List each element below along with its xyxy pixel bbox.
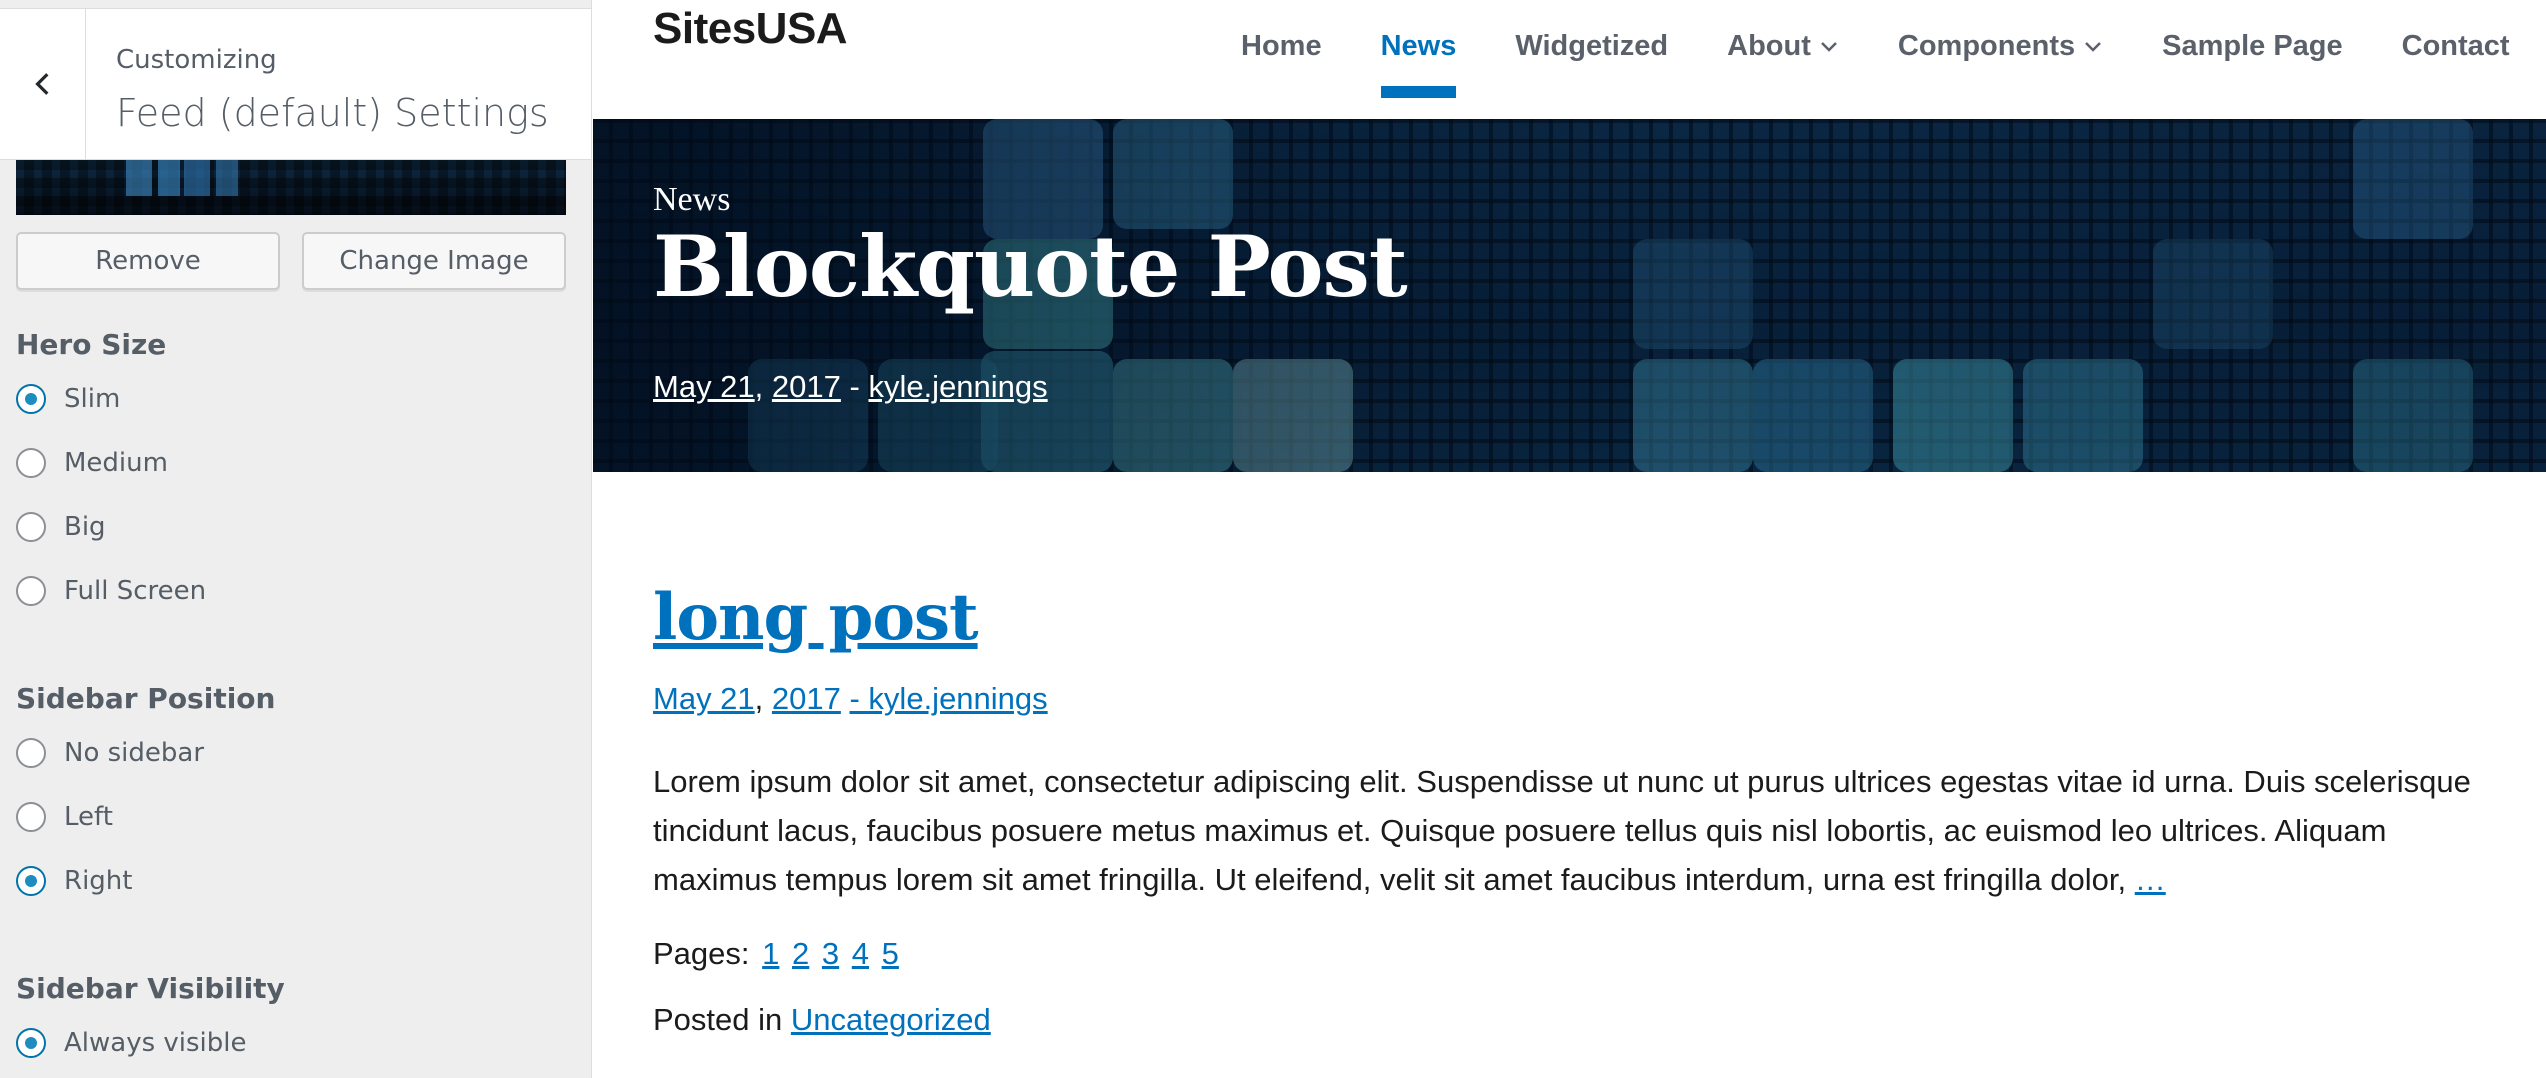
hero-size-slim-radio[interactable]: Slim xyxy=(16,384,120,414)
nav-label: Widgetized xyxy=(1515,29,1669,62)
post-meta: May 21, 2017 - kyle.jennings xyxy=(653,681,1048,716)
post-excerpt-text: Lorem ipsum dolor sit amet, consectetur … xyxy=(653,764,2471,897)
radio-indicator xyxy=(16,576,46,606)
page-link-1[interactable]: 1 xyxy=(762,936,779,971)
nav-item-sample-page[interactable]: Sample Page xyxy=(2162,30,2343,63)
radio-label: Medium xyxy=(64,448,168,478)
nav-item-components[interactable]: Components xyxy=(1898,30,2103,63)
nav-label: Components xyxy=(1897,29,2076,62)
sidebar-visibility-heading: Sidebar Visibility xyxy=(16,972,285,1005)
remove-image-button[interactable]: Remove xyxy=(16,232,280,290)
back-button[interactable] xyxy=(0,9,86,159)
post-title-link[interactable]: long post xyxy=(653,580,979,655)
nav-label: Contact xyxy=(2401,29,2510,62)
customizing-label: Customizing xyxy=(116,45,277,75)
post-excerpt: Lorem ipsum dolor sit amet, consectetur … xyxy=(653,757,2513,904)
panel-title: Feed (default) Settings xyxy=(116,91,549,135)
radio-indicator xyxy=(16,384,46,414)
site-title[interactable]: SitesUSA xyxy=(653,4,848,54)
sidebar-position-left-radio[interactable]: Left xyxy=(16,802,113,832)
post-date-year-link[interactable]: 2017 xyxy=(772,681,841,716)
post-category: Posted in Uncategorized xyxy=(653,1002,2513,1038)
pages-label: Pages: xyxy=(653,936,750,971)
hero-meta-separator: - xyxy=(840,369,869,404)
radio-label: Slim xyxy=(64,384,121,414)
hero-size-heading: Hero Size xyxy=(16,328,167,361)
hero-size-medium-radio[interactable]: Medium xyxy=(16,448,168,478)
primary-nav: Home News Widgetized About Components Sa… xyxy=(1241,26,2510,98)
page-link-3[interactable]: 3 xyxy=(822,936,839,971)
sidebar-position-heading: Sidebar Position xyxy=(16,682,276,715)
radio-label: Full Screen xyxy=(64,576,207,606)
customizer-panel: Customizing Feed (default) Settings Remo… xyxy=(0,0,592,1078)
hero-image-thumbnail xyxy=(16,160,566,215)
nav-item-widgetized[interactable]: Widgetized xyxy=(1515,30,1668,63)
radio-label: No sidebar xyxy=(64,738,205,768)
posted-in-label: Posted in xyxy=(653,1002,783,1037)
hero-banner: News Blockquote Post May 21, 2017 - kyle… xyxy=(593,119,2546,472)
site-preview: SitesUSA Home News Widgetized About Comp… xyxy=(593,0,2546,1078)
radio-indicator xyxy=(16,738,46,768)
category-link[interactable]: Uncategorized xyxy=(791,1002,991,1037)
page-link-5[interactable]: 5 xyxy=(882,936,899,971)
hero-section-label: News xyxy=(653,181,731,218)
chevron-down-icon xyxy=(2085,42,2101,52)
hero-size-full-screen-radio[interactable]: Full Screen xyxy=(16,576,206,606)
read-more-link[interactable]: … xyxy=(2135,862,2166,897)
post-entry: long post May 21, 2017 - kyle.jennings L… xyxy=(653,580,2513,1038)
hero-size-big-radio[interactable]: Big xyxy=(16,512,106,542)
hero-author-link[interactable]: kyle.jennings xyxy=(868,369,1047,404)
radio-label: Left xyxy=(64,802,113,832)
page-link-2[interactable]: 2 xyxy=(792,936,809,971)
customizer-header: Customizing Feed (default) Settings xyxy=(0,8,591,160)
nav-label: Sample Page xyxy=(2162,29,2343,62)
nav-item-about[interactable]: About xyxy=(1727,30,1839,63)
radio-indicator xyxy=(16,866,46,896)
nav-label: News xyxy=(1380,29,1457,62)
chevron-left-icon xyxy=(34,73,48,95)
sidebar-position-none-radio[interactable]: No sidebar xyxy=(16,738,204,768)
nav-label: Home xyxy=(1241,29,1322,62)
hero-date-day-link[interactable]: May 21 xyxy=(653,369,755,404)
sidebar-position-right-radio[interactable]: Right xyxy=(16,866,132,896)
hero-date-year-link[interactable]: 2017 xyxy=(772,369,841,404)
radio-indicator xyxy=(16,448,46,478)
radio-indicator xyxy=(16,1028,46,1058)
change-image-button[interactable]: Change Image xyxy=(302,232,566,290)
page-link-4[interactable]: 4 xyxy=(852,936,869,971)
post-author-link[interactable]: - kyle.jennings xyxy=(850,681,1048,716)
nav-label: About xyxy=(1727,29,1811,62)
hero-title: Blockquote Post xyxy=(653,217,1408,316)
radio-label: Right xyxy=(64,866,133,896)
post-pagination: Pages: 1 2 3 4 5 xyxy=(653,936,2513,972)
hero-meta: May 21, 2017 - kyle.jennings xyxy=(653,369,1048,404)
radio-indicator xyxy=(16,512,46,542)
nav-item-contact[interactable]: Contact xyxy=(2402,30,2510,63)
nav-item-home[interactable]: Home xyxy=(1241,30,1322,63)
radio-label: Always visible xyxy=(64,1028,247,1058)
radio-indicator xyxy=(16,802,46,832)
chevron-down-icon xyxy=(1821,42,1837,52)
radio-label: Big xyxy=(64,512,106,542)
post-date-day-link[interactable]: May 21 xyxy=(653,681,755,716)
sidebar-visibility-always-radio[interactable]: Always visible xyxy=(16,1028,247,1058)
nav-item-news[interactable]: News xyxy=(1380,29,1457,98)
